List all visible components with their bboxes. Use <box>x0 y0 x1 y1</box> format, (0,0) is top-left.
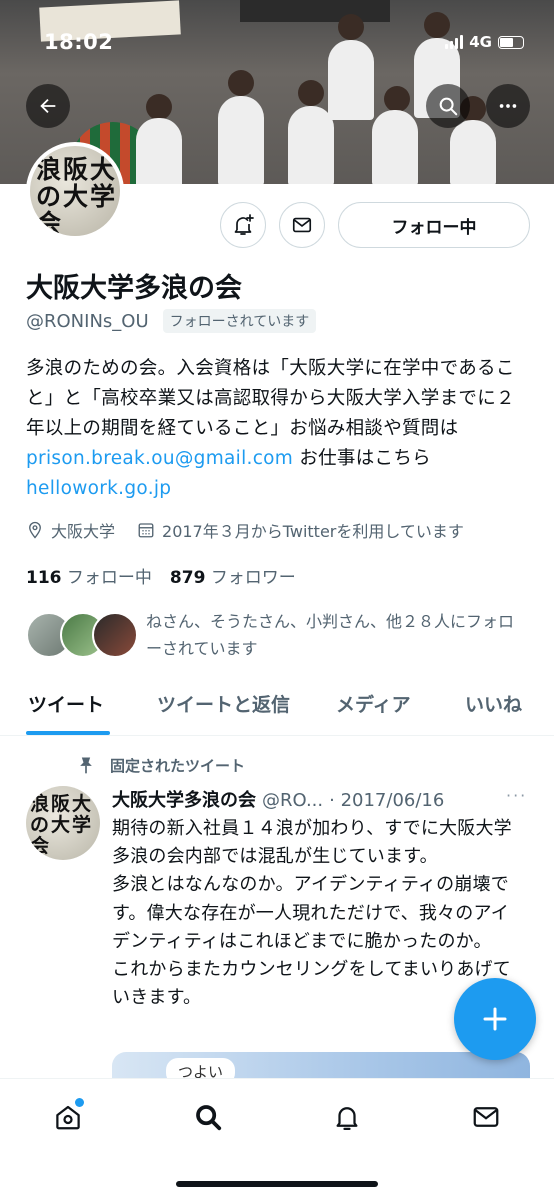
mail-icon <box>292 217 312 233</box>
bell-icon <box>336 1107 358 1130</box>
mutual-followers-text: ねさん、そうたさん、小判さん、他２８人にフォローされています <box>146 612 515 658</box>
banner-person <box>288 106 334 184</box>
profile-tabs: ツイート ツイートと返信 メディア いいね <box>0 682 554 736</box>
home-indicator <box>176 1181 378 1187</box>
mail-icon <box>473 1107 499 1127</box>
banner-person-head <box>228 70 254 96</box>
signal-icon <box>445 35 464 49</box>
banner-person <box>372 110 418 184</box>
followers-count: 879 <box>169 568 206 588</box>
bio-text: 多浪のための会。入会資格は「大阪大学に在学中であること」と「高校卒業又は高認取得… <box>26 358 515 439</box>
followers-label: フォロワー <box>210 568 296 588</box>
tweet-more-button[interactable]: ··· <box>506 786 527 805</box>
follows-you-badge: フォローされています <box>162 309 317 333</box>
message-button[interactable] <box>279 202 325 248</box>
nav-notifications[interactable] <box>327 1097 367 1137</box>
profile-handle: @RONINs_OU <box>26 310 149 332</box>
tab-media[interactable]: メディア <box>336 690 411 717</box>
bio-email-link[interactable]: prison.break.ou@gmail.com <box>26 448 293 469</box>
tweet-author-name[interactable]: 大阪大学多浪の会 <box>112 786 256 812</box>
notification-dot <box>75 1098 84 1107</box>
following-button[interactable]: フォロー中 <box>338 202 530 248</box>
active-tab-indicator <box>26 731 110 735</box>
search-icon <box>439 97 458 116</box>
back-button[interactable] <box>26 84 70 128</box>
search-button[interactable] <box>426 84 470 128</box>
nav-messages[interactable] <box>466 1097 506 1137</box>
bio-text-2: お仕事はこちら <box>299 448 431 469</box>
bell-plus-icon <box>234 214 254 235</box>
following-count: 116 <box>26 568 62 588</box>
banner-person <box>450 120 496 184</box>
more-horizontal-icon <box>499 104 517 108</box>
joined-item: 2017年３月からTwitterを利用しています <box>137 518 464 542</box>
pinned-label-text: 固定されたツイート <box>110 756 246 775</box>
network-type: 4G <box>469 33 492 51</box>
banner-person-head <box>338 14 364 40</box>
location-text: 大阪大学 <box>51 522 116 541</box>
battery-icon <box>498 35 524 49</box>
search-icon <box>196 1105 222 1131</box>
avatar-lettering: 浪阪大 の大学会 <box>36 155 118 238</box>
tab-tweets-and-replies[interactable]: ツイートと返信 <box>157 690 290 717</box>
tweet-header: 大阪大学多浪の会 @RO... · 2017/06/16 <box>112 786 444 812</box>
calendar-icon <box>138 523 154 538</box>
arrow-left-icon <box>40 98 56 114</box>
profile-bio: 多浪のための会。入会資格は「大阪大学に在学中であること」と「高校卒業又は高認取得… <box>26 354 531 504</box>
tab-tweets[interactable]: ツイート <box>28 690 104 717</box>
tweet-author-handle: @RO... <box>262 790 324 811</box>
compose-tweet-button[interactable] <box>454 978 536 1060</box>
tweet-text: 期待の新入社員１４浪が加わり、すでに大阪大学多浪の会内部では混乱が生じています。… <box>112 818 512 1009</box>
plus-icon <box>483 1007 507 1031</box>
banner-person <box>136 118 182 184</box>
handle-row: @RONINs_OU フォローされています <box>26 309 317 333</box>
banner-person-head <box>298 80 324 106</box>
bio-website-link[interactable]: hellowork.go.jp <box>26 478 171 499</box>
avatar-lettering: 浪阪大 の大学会 <box>30 793 94 857</box>
pinned-label: 固定されたツイート <box>76 754 245 776</box>
banner-person-head <box>384 86 410 112</box>
profile-avatar[interactable]: 浪阪大 の大学会 <box>26 142 124 240</box>
tweet-avatar[interactable]: 浪阪大 の大学会 <box>26 786 100 860</box>
more-button[interactable] <box>486 84 530 128</box>
tweet-date: · 2017/06/16 <box>329 790 445 811</box>
pin-icon <box>80 757 92 774</box>
followers-link[interactable]: 879 フォロワー <box>170 563 296 588</box>
following-link[interactable]: 116 フォロー中 <box>26 563 152 588</box>
banner-person-head <box>146 94 172 120</box>
tab-likes[interactable]: いいね <box>465 690 522 717</box>
banner-sign-dark <box>240 0 390 22</box>
location-item: 大阪大学 <box>26 518 115 542</box>
profile-name: 大阪大学多浪の会 <box>26 273 242 304</box>
mutual-followers[interactable]: ねさん、そうたさん、小判さん、他２８人にフォローされています <box>26 608 528 662</box>
nav-search[interactable] <box>188 1097 228 1137</box>
nav-home[interactable] <box>48 1097 88 1137</box>
mutual-avatars <box>26 608 138 660</box>
status-indicators: 4G <box>445 33 524 51</box>
banner-person <box>328 40 374 120</box>
status-time: 18:02 <box>44 30 114 54</box>
profile-meta: 大阪大学 2017年３月からTwitterを利用しています <box>26 518 486 542</box>
mutual-avatar <box>92 612 138 658</box>
joined-text: 2017年３月からTwitterを利用しています <box>162 522 464 541</box>
location-pin-icon <box>29 521 41 539</box>
following-label: フォロー中 <box>66 568 152 588</box>
notifications-button[interactable] <box>220 202 266 248</box>
follow-counts: 116 フォロー中 879 フォロワー <box>26 563 296 588</box>
banner-person <box>218 96 264 184</box>
